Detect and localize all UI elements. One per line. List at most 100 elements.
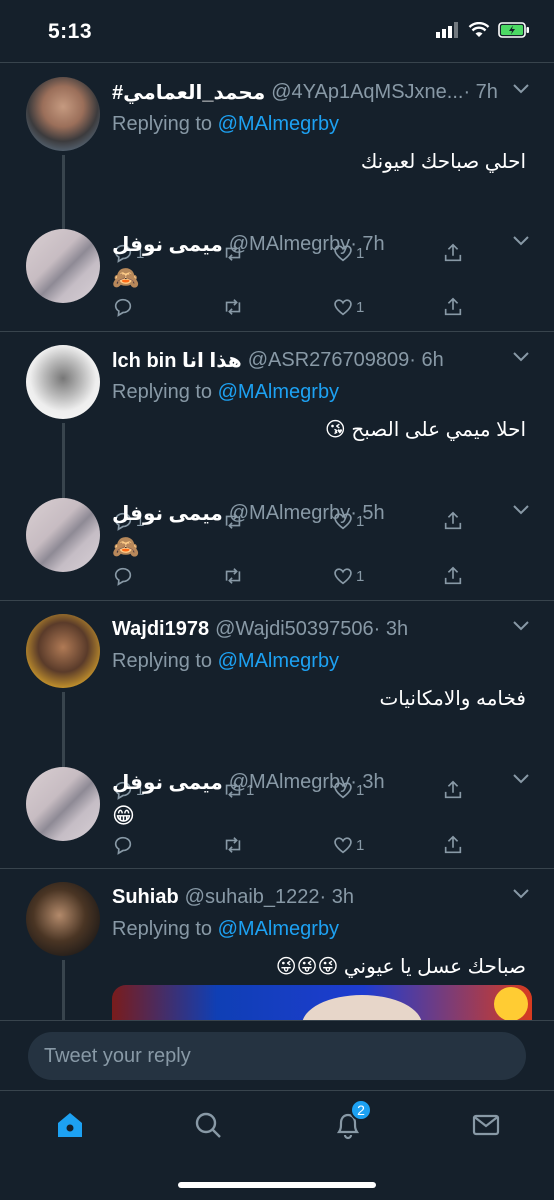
tweet-author-name[interactable]: ميمى نوفل (112, 501, 223, 526)
tweet-text: 😁 (112, 803, 135, 828)
like-count: 1 (356, 567, 365, 585)
tweet-actions: 1 (112, 562, 482, 590)
cellular-signal-icon (436, 22, 458, 38)
tweet-header: #محمد_العمامي @4YAp1AqMSJxne... · 7h (112, 77, 532, 107)
like-button[interactable]: 1 (332, 831, 442, 859)
like-button[interactable]: 1 (332, 562, 442, 590)
replying-to: Replying to @MAlmegrby (112, 918, 532, 944)
tweet-text: احلا ميمي على الصبح 😘 (324, 419, 526, 441)
tab-home[interactable] (50, 1105, 90, 1145)
media-subject (302, 995, 422, 1020)
replying-to: Replying to @MAlmegrby (112, 113, 532, 139)
retweet-icon (225, 568, 241, 584)
tweet-author-name[interactable]: lch bin هذا انا (112, 348, 242, 373)
tab-notifications[interactable]: 2 (328, 1099, 372, 1145)
thread-line (62, 155, 65, 239)
tweet-text: فخامه والامكانيات (379, 688, 526, 710)
thread-line (62, 692, 65, 776)
avatar[interactable] (26, 882, 100, 956)
tab-messages[interactable] (466, 1105, 506, 1145)
tweet-timestamp: · 6h (409, 348, 444, 371)
reply-bar (0, 1020, 554, 1090)
share-button[interactable] (442, 293, 482, 321)
tweet-author-handle: @ASR276709809 (247, 348, 410, 371)
tweet-timestamp: · 7h (463, 80, 498, 103)
chevron-down-icon[interactable] (512, 888, 530, 900)
chevron-down-icon[interactable] (512, 235, 530, 247)
retweet-button[interactable] (222, 831, 332, 859)
home-icon (58, 1113, 82, 1137)
mention-link[interactable]: @MAlmegrby (218, 650, 339, 672)
share-button[interactable] (442, 831, 482, 859)
tweet-timestamp: · 7h (350, 232, 385, 255)
home-indicator[interactable] (178, 1182, 376, 1188)
tweet-media-image[interactable] (112, 985, 532, 1020)
tweet-header: ميمى نوفل @MAlmegrby · 7h (112, 229, 532, 259)
divider (0, 868, 554, 869)
replying-to: Replying to @MAlmegrby (112, 381, 532, 407)
mention-link[interactable]: @MAlmegrby (218, 113, 339, 135)
retweet-button[interactable] (222, 293, 332, 321)
tweet-author-handle: @Wajdi50397506 (215, 617, 374, 640)
media-emoji-sticker (494, 987, 528, 1020)
chevron-down-icon[interactable] (512, 504, 530, 516)
avatar[interactable] (26, 229, 100, 303)
tweet-text: 🙈 (112, 534, 140, 559)
notifications-badge: 2 (350, 1099, 372, 1121)
status-icons (436, 22, 530, 38)
chevron-down-icon[interactable] (512, 351, 530, 363)
chevron-down-icon[interactable] (512, 83, 530, 95)
tweet-author-handle: @MAlmegrby (228, 501, 351, 524)
tweet-actions: 1 (112, 831, 482, 859)
retweet-button[interactable] (222, 562, 332, 590)
avatar[interactable] (26, 498, 100, 572)
reply-input[interactable] (28, 1032, 526, 1080)
tweet-text: 🙈 (112, 265, 140, 290)
replying-prefix: Replying to (112, 381, 218, 403)
tweet-header: lch bin هذا انا @ASR276709809 · 6h (112, 345, 532, 375)
wifi-icon (468, 22, 490, 37)
tweet-author-handle: @suhaib_1222 (184, 885, 320, 908)
reply-button[interactable] (112, 562, 222, 590)
avatar[interactable] (26, 614, 100, 688)
divider (0, 331, 554, 332)
reply-button[interactable] (112, 831, 222, 859)
mention-link[interactable]: @MAlmegrby (218, 381, 339, 403)
tweet-timestamp: · 5h (350, 501, 385, 524)
search-icon (195, 1112, 221, 1138)
tweet-timestamp: · 3h (373, 617, 409, 640)
tab-search[interactable] (188, 1105, 228, 1145)
avatar[interactable] (26, 77, 100, 151)
tweet-header: ميمى نوفل @MAlmegrby · 3h (112, 767, 532, 797)
tweet-text: صباحك عسل يا عيوني 😜😜😜 (275, 956, 526, 978)
like-count: 1 (356, 298, 365, 316)
avatar[interactable] (26, 345, 100, 419)
tweet-author-name[interactable]: Wajdi1978 (112, 618, 209, 641)
tweet-header: Wajdi1978 @Wajdi50397506 · 3h (112, 614, 532, 644)
share-icon (444, 297, 462, 316)
tweet-actions: 1 (112, 293, 482, 321)
like-button[interactable]: 1 (332, 293, 442, 321)
tweet-author-handle: @4YAp1AqMSJxne... (271, 80, 464, 103)
tweet-author-name[interactable]: ميمى نوفل (112, 232, 223, 257)
chevron-down-icon[interactable] (512, 620, 530, 632)
tweet-author-handle: @MAlmegrby (228, 770, 351, 793)
share-icon (444, 835, 462, 854)
battery-icon (498, 22, 529, 38)
mention-link[interactable]: @MAlmegrby (218, 918, 339, 940)
tweet-author-name[interactable]: #محمد_العمامي (112, 80, 265, 105)
reply-icon (114, 836, 132, 855)
replying-prefix: Replying to (112, 918, 218, 940)
share-button[interactable] (442, 562, 482, 590)
tweet-feed[interactable]: #محمد_العمامي @4YAp1AqMSJxne... · 7h Rep… (0, 62, 554, 1020)
status-bar: 5:13 (0, 0, 554, 62)
tweet-author-name[interactable]: ميمى نوفل (112, 770, 223, 795)
avatar[interactable] (26, 767, 100, 841)
tweet-author-name[interactable]: Suhiab (112, 886, 179, 909)
heart-icon (334, 299, 352, 316)
chevron-down-icon[interactable] (512, 773, 530, 785)
replying-prefix: Replying to (112, 113, 218, 135)
reply-button[interactable] (112, 293, 222, 321)
reply-icon (114, 567, 132, 586)
tweet-timestamp: · 3h (350, 770, 385, 793)
